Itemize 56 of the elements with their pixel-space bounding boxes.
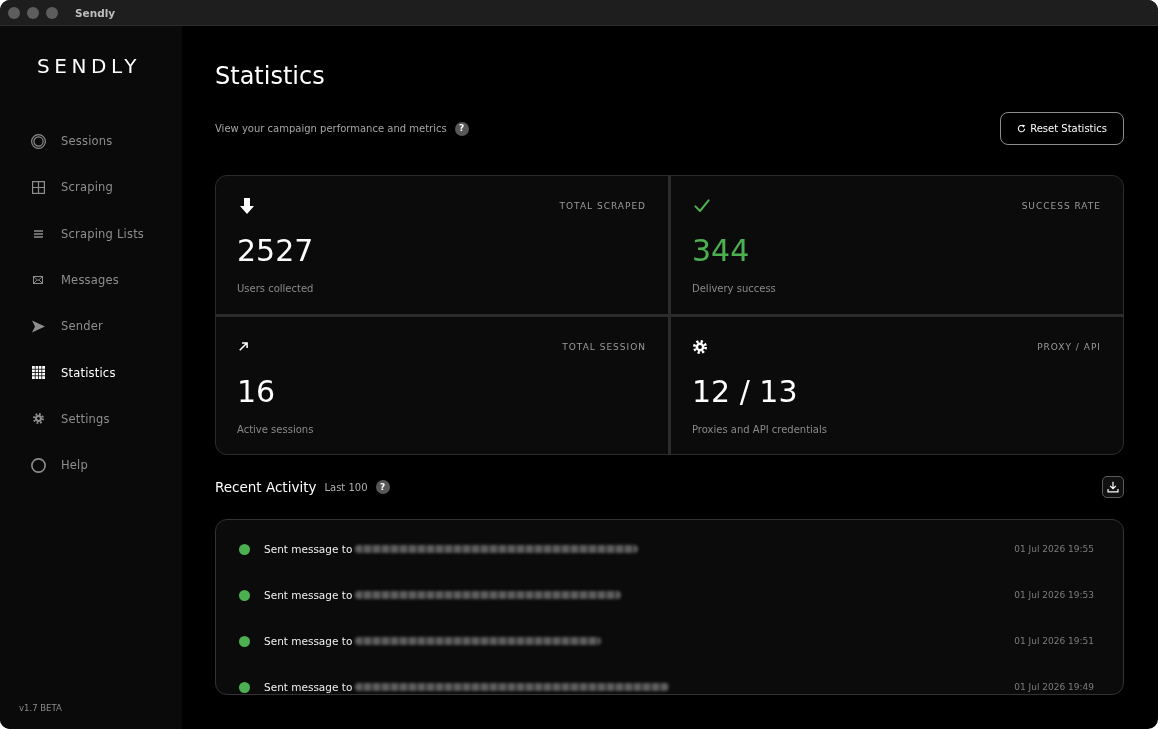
list-icon <box>34 229 43 238</box>
download-icon <box>1107 481 1119 493</box>
down-arrow-icon <box>239 198 255 214</box>
page-subtitle: View your campaign performance and metrics <box>215 123 447 134</box>
grid-icon <box>32 180 45 194</box>
section-title: Recent Activity <box>215 479 317 495</box>
stat-label: TOTAL SESSION <box>562 341 646 352</box>
export-button[interactable] <box>1102 476 1124 498</box>
stat-caption: Delivery success <box>692 282 776 296</box>
stat-value: 344 <box>692 232 750 270</box>
stat-label: PROXY / API <box>1037 341 1101 352</box>
stat-value: 16 <box>237 372 276 411</box>
settings-icon <box>33 413 44 425</box>
diagonal-arrow-icon <box>239 342 248 351</box>
refresh-icon <box>1017 124 1027 133</box>
sidebar-item[interactable]: Sessions <box>0 118 182 165</box>
sidebar-item[interactable]: Messages <box>0 256 182 304</box>
help-icon[interactable]: ? <box>454 121 469 136</box>
activity-text: Sent message to <box>264 542 353 556</box>
help-icon[interactable]: ? <box>375 480 390 494</box>
activity-time: 01 Jul 2026 19:53 <box>1014 588 1094 602</box>
double-ring-icon <box>31 133 46 149</box>
window-close-button[interactable] <box>8 6 20 19</box>
sidebar-item[interactable]: Scraping Lists <box>0 210 182 257</box>
app-logo: SENDLY <box>37 54 141 78</box>
sidebar-item[interactable]: Help <box>0 442 182 489</box>
stat-caption: Proxies and API credentials <box>692 422 827 437</box>
version-label: v1.7 BETA <box>19 703 62 713</box>
window-zoom-button[interactable] <box>46 6 58 19</box>
window-minimize-button[interactable] <box>27 6 39 19</box>
stat-value: 12 / 13 <box>692 372 798 411</box>
envelope-icon <box>33 276 43 285</box>
reset-statistics-button[interactable]: Reset Statistics <box>1000 112 1124 145</box>
activity-time: 01 Jul 2026 19:51 <box>1014 634 1094 648</box>
stat-caption: Active sessions <box>237 422 314 437</box>
activity-time: 01 Jul 2026 19:49 <box>1014 680 1094 694</box>
stat-value: 2527 <box>237 232 314 270</box>
sidebar-item[interactable]: Statistics <box>0 349 182 396</box>
activity-time: 01 Jul 2026 19:55 <box>1014 542 1094 556</box>
activity-text: Sent message to <box>264 634 353 648</box>
sidebar-item[interactable]: Sender <box>0 303 182 350</box>
arrowhead-icon <box>32 319 45 333</box>
circle-icon <box>31 457 46 473</box>
activity-count-label: Last 100 <box>324 481 368 493</box>
page-title: Statistics <box>215 61 325 92</box>
stat-caption: Users collected <box>237 282 314 296</box>
window-title: Sendly <box>75 6 116 19</box>
activity-text: Sent message to <box>264 588 353 602</box>
gear-icon <box>693 339 707 354</box>
stat-label: SUCCESS RATE <box>1021 201 1101 211</box>
activity-text: Sent message to <box>264 680 353 694</box>
sidebar-item[interactable]: Scraping <box>0 164 182 211</box>
checkmark-icon <box>694 199 710 213</box>
sidebar-item[interactable]: Settings <box>0 395 182 443</box>
table-grid-icon <box>32 366 45 380</box>
stat-label: TOTAL SCRAPED <box>559 201 646 211</box>
